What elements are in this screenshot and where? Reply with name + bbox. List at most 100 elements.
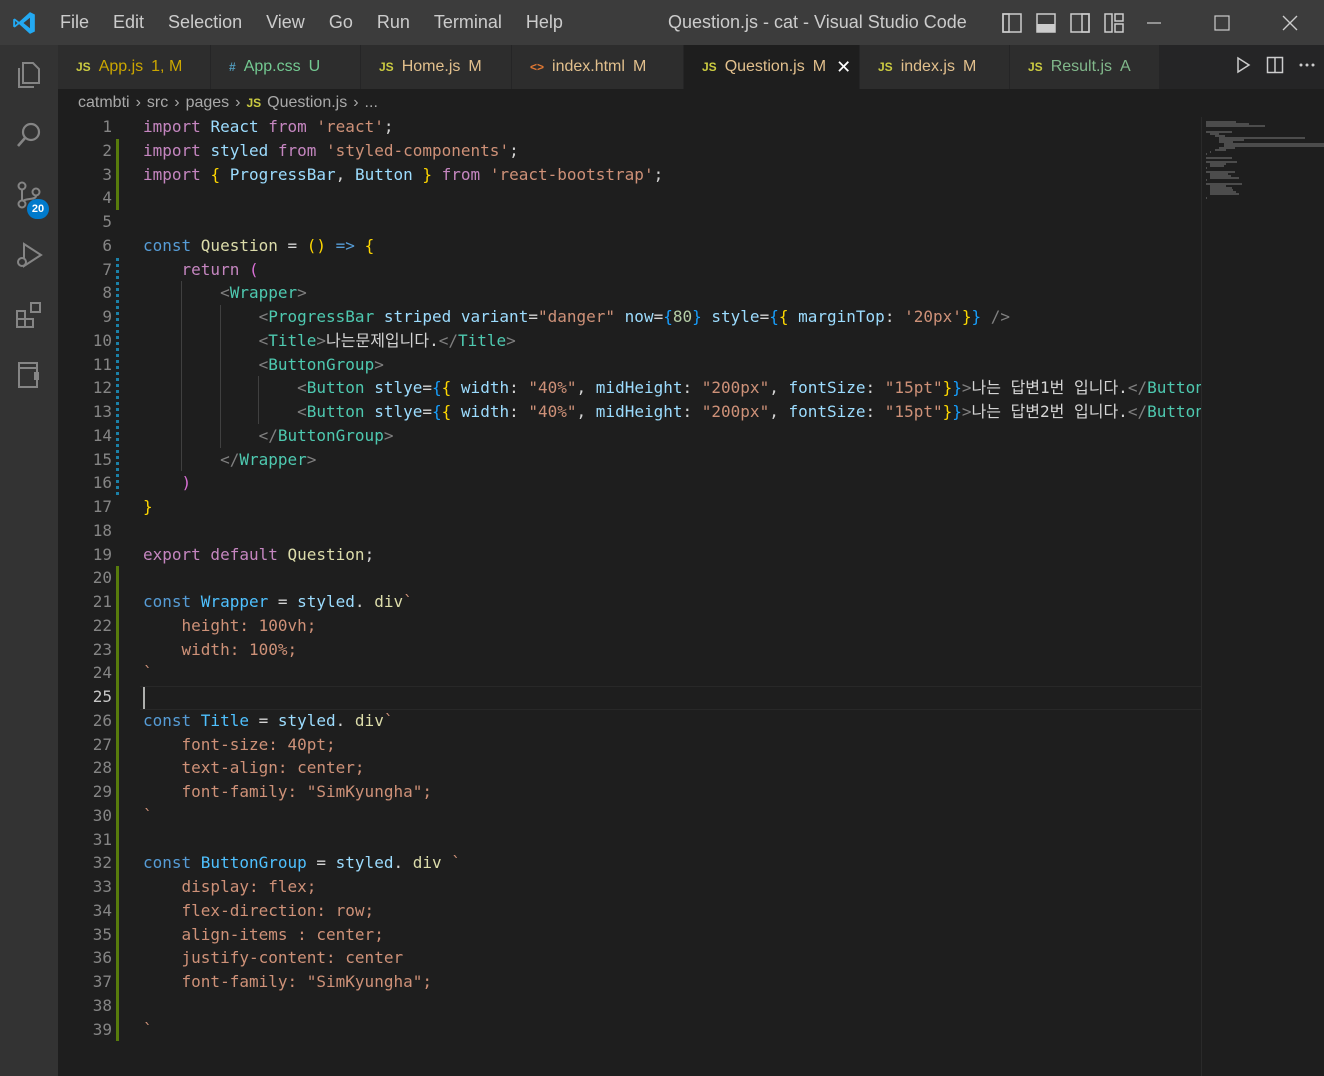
- activity-bar: 20: [0, 45, 58, 1076]
- tab-git-status: M: [812, 58, 827, 75]
- tab-label: App.css: [243, 58, 301, 75]
- minimap[interactable]: [1201, 117, 1324, 1076]
- code-text: font-family: "SimKyungha";: [143, 972, 432, 991]
- menu-file[interactable]: File: [48, 0, 101, 45]
- tab-label: index.html: [552, 58, 625, 75]
- tab-app-js[interactable]: JS App.js 1, M: [58, 45, 211, 89]
- toggle-panel-icon[interactable]: [1034, 11, 1058, 35]
- toggle-secondary-sidebar-icon[interactable]: [1068, 11, 1092, 35]
- menu-view[interactable]: View: [254, 0, 317, 45]
- tab-label: App.js: [98, 58, 144, 75]
- git-change-marker[interactable]: [116, 566, 119, 1042]
- code-line: 30 `: [58, 804, 1201, 828]
- tab-result-js[interactable]: JS Result.js A: [1010, 45, 1160, 89]
- menu-help[interactable]: Help: [514, 0, 575, 45]
- line-number: 26: [92, 710, 112, 730]
- code-line: 21 const Wrapper = styled. div`: [58, 590, 1201, 614]
- file-type-icon: JS: [76, 60, 91, 74]
- code-line: 12 <Button stlye={{ width: "40%", midHei…: [58, 376, 1201, 400]
- code-text: ): [181, 473, 192, 493]
- code-text: }: [143, 497, 153, 516]
- breadcrumb-file[interactable]: Question.js: [267, 94, 347, 112]
- tab-question-js[interactable]: JS Question.js M ✕: [684, 45, 860, 89]
- minimap-line: [1210, 193, 1239, 195]
- scm-count-badge: 20: [27, 199, 49, 219]
- chevron-right-icon: ›: [235, 94, 241, 111]
- toggle-primary-sidebar-icon[interactable]: [1000, 11, 1024, 35]
- file-type-icon: #: [229, 60, 236, 74]
- code-text: import styled from 'styled-components';: [143, 140, 519, 160]
- tab-index-html[interactable]: <> index.html M: [512, 45, 684, 89]
- code-text: <Wrapper>: [220, 283, 307, 303]
- code-line: 38: [58, 994, 1201, 1018]
- file-type-icon: <>: [530, 60, 545, 74]
- line-number: 2: [102, 140, 112, 160]
- code-text: const Wrapper = styled. div`: [143, 592, 413, 611]
- more-actions-icon[interactable]: [1298, 56, 1316, 78]
- code-line: 16 ): [58, 471, 1201, 495]
- tab-index-js[interactable]: JS index.js M: [860, 45, 1010, 89]
- code-line: 22 height: 100vh;: [58, 614, 1201, 638]
- split-editor-icon[interactable]: [1266, 56, 1284, 78]
- line-number: 27: [92, 734, 112, 754]
- run-debug-icon[interactable]: [0, 225, 58, 285]
- minimap-line: [1214, 149, 1226, 151]
- close-window-icon[interactable]: [1256, 0, 1324, 45]
- breadcrumb-item[interactable]: src: [147, 94, 168, 112]
- vscode-logo-icon: [0, 0, 48, 45]
- code-line: 6 const Question = () => {: [58, 234, 1201, 258]
- code-text: <ButtonGroup>: [258, 354, 384, 374]
- minimap-line: [1210, 165, 1224, 167]
- menu-terminal[interactable]: Terminal: [422, 0, 514, 45]
- file-type-icon: JS: [1028, 60, 1043, 74]
- line-number: 12: [92, 378, 112, 398]
- code-line: 33 display: flex;: [58, 875, 1201, 899]
- menu-go[interactable]: Go: [317, 0, 365, 45]
- file-type-icon: JS: [878, 60, 893, 74]
- code-text: return (: [181, 259, 259, 279]
- git-change-marker[interactable]: [116, 138, 119, 210]
- window-title: Question.js - cat - Visual Studio Code: [668, 12, 967, 32]
- line-number: 7: [102, 259, 112, 279]
- code-text: flex-direction: row;: [143, 900, 375, 920]
- code-line: 34 flex-direction: row;: [58, 899, 1201, 923]
- code-editor[interactable]: 1 import React from 'react'; 2 import styl…: [58, 117, 1201, 1076]
- breadcrumb-item[interactable]: catmbti: [78, 94, 130, 112]
- code-line: 37 font-family: "SimKyungha";: [58, 970, 1201, 994]
- code-line: 39 `: [58, 1018, 1201, 1042]
- code-text: justify-content: center: [143, 948, 404, 968]
- line-number: 39: [92, 1019, 112, 1039]
- title-bar: File Edit Selection View Go Run Terminal Help Q…: [0, 0, 1324, 45]
- line-number: 33: [92, 877, 112, 896]
- line-number: 9: [102, 307, 112, 326]
- breadcrumb-item[interactable]: pages: [186, 94, 230, 112]
- tab-home-js[interactable]: JS Home.js M: [361, 45, 512, 89]
- search-icon[interactable]: [0, 105, 58, 165]
- code-line: 8 <Wrapper>: [58, 281, 1201, 305]
- remote-explorer-icon[interactable]: [0, 345, 58, 405]
- menu-run[interactable]: Run: [365, 0, 422, 45]
- line-number: 31: [92, 829, 112, 849]
- git-change-marker[interactable]: [116, 257, 119, 495]
- line-number: 11: [92, 354, 112, 374]
- run-file-icon[interactable]: [1234, 56, 1252, 78]
- explorer-icon[interactable]: [0, 45, 58, 105]
- source-control-icon[interactable]: 20: [0, 165, 58, 225]
- minimize-icon[interactable]: [1120, 0, 1188, 45]
- menu-edit[interactable]: Edit: [101, 0, 156, 45]
- code-line: 31: [58, 828, 1201, 852]
- line-number: 14: [92, 425, 112, 445]
- line-number: 23: [92, 639, 112, 659]
- extensions-icon[interactable]: [0, 285, 58, 345]
- minimap-line: [1206, 125, 1266, 127]
- breadcrumb-symbols[interactable]: ...: [365, 94, 378, 112]
- line-number: 19: [92, 544, 112, 564]
- menu-selection[interactable]: Selection: [156, 0, 254, 45]
- tab-app-css[interactable]: # App.css U: [211, 45, 361, 89]
- code-line: 5: [58, 210, 1201, 234]
- maximize-icon[interactable]: [1188, 0, 1256, 45]
- line-number: 35: [92, 924, 112, 944]
- code-text: text-align: center;: [143, 758, 365, 778]
- tab-label: Question.js: [724, 58, 805, 75]
- close-tab-icon[interactable]: ✕: [836, 57, 851, 78]
